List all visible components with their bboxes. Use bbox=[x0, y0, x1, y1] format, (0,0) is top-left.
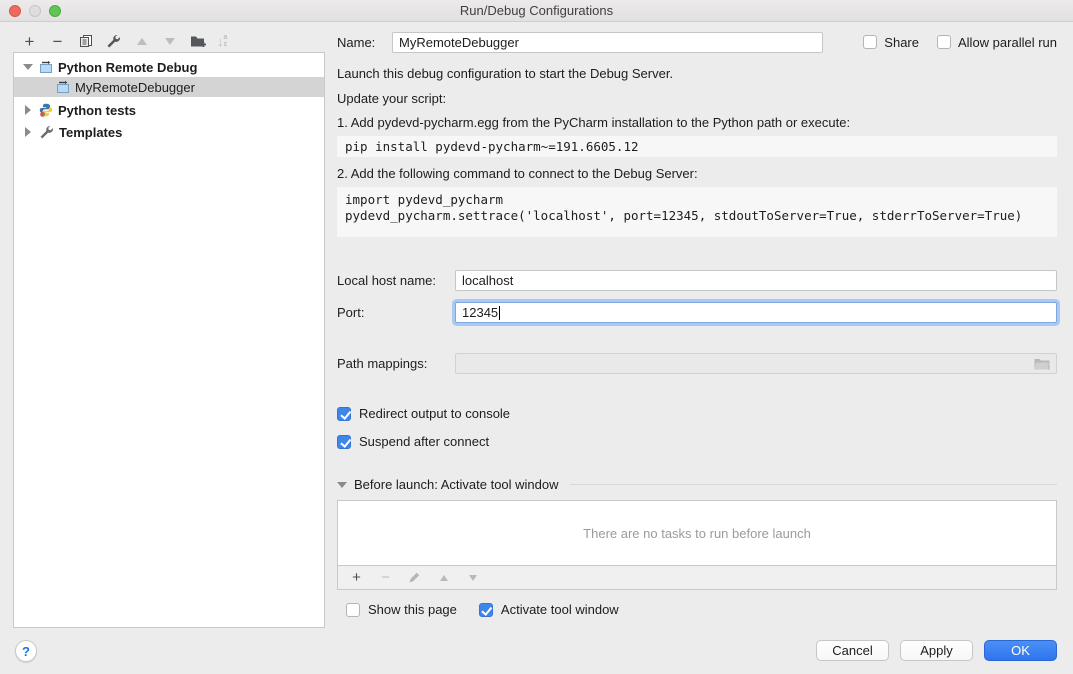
before-launch-toolbar: + − bbox=[337, 566, 1057, 590]
tree-item-python-remote-debug[interactable]: Python Remote Debug bbox=[14, 57, 324, 77]
sort-configurations-icon: ↓az bbox=[217, 34, 227, 49]
port-label: Port: bbox=[337, 305, 455, 320]
path-mappings-input[interactable] bbox=[455, 353, 1057, 374]
add-task-icon[interactable]: + bbox=[348, 569, 365, 586]
tree-item-label: Python tests bbox=[58, 103, 136, 118]
wrench-icon bbox=[39, 125, 54, 140]
run-configuration-icon bbox=[39, 60, 53, 74]
before-launch-task-list[interactable]: There are no tasks to run before launch bbox=[337, 500, 1057, 566]
chevron-right-icon[interactable] bbox=[22, 105, 34, 115]
activate-tool-window-checkbox[interactable] bbox=[479, 603, 493, 617]
allow-parallel-run-label: Allow parallel run bbox=[958, 35, 1057, 50]
edit-task-icon bbox=[406, 569, 423, 586]
show-this-page-checkbox[interactable] bbox=[346, 603, 360, 617]
instruction-line-2: Update your script: bbox=[337, 91, 1057, 106]
add-configuration-icon[interactable]: + bbox=[21, 33, 38, 50]
tree-item-label: Python Remote Debug bbox=[58, 60, 197, 75]
share-checkbox[interactable] bbox=[863, 35, 877, 49]
redirect-output-row[interactable]: Redirect output to console bbox=[337, 406, 1057, 421]
local-host-label: Local host name: bbox=[337, 273, 455, 288]
code-line-settrace: pydevd_pycharm.settrace('localhost', por… bbox=[345, 208, 1049, 224]
path-mappings-row: Path mappings: bbox=[337, 353, 1057, 374]
remove-configuration-icon[interactable]: − bbox=[49, 33, 66, 50]
name-row: Name: Share Allow parallel run bbox=[337, 31, 1057, 53]
ok-button[interactable]: OK bbox=[984, 640, 1057, 661]
pencil-icon bbox=[408, 571, 421, 584]
help-question-icon: ? bbox=[22, 644, 30, 659]
remove-task-icon: − bbox=[377, 569, 394, 586]
run-debug-configurations-dialog: Run/Debug Configurations + − ↓az Python … bbox=[0, 0, 1073, 674]
move-down-icon bbox=[161, 33, 178, 50]
port-row: Port: 12345 bbox=[337, 302, 1057, 323]
page-options-row: Show this page Activate tool window bbox=[346, 602, 1057, 617]
tree-item-myremotedebugger[interactable]: MyRemoteDebugger bbox=[14, 77, 324, 97]
python-tests-icon bbox=[39, 103, 53, 117]
name-input[interactable] bbox=[392, 32, 823, 53]
suspend-after-connect-checkbox[interactable] bbox=[337, 435, 351, 449]
wrench-icon bbox=[106, 34, 121, 49]
move-task-down-icon bbox=[464, 569, 481, 586]
copy-icon bbox=[79, 34, 93, 48]
suspend-after-connect-row[interactable]: Suspend after connect bbox=[337, 434, 1057, 449]
edit-templates-icon[interactable] bbox=[105, 33, 122, 50]
tree-item-python-tests[interactable]: Python tests bbox=[14, 100, 324, 120]
share-label: Share bbox=[884, 35, 919, 50]
titlebar: Run/Debug Configurations bbox=[0, 0, 1073, 22]
folder-plus-icon bbox=[190, 34, 206, 48]
name-label: Name: bbox=[337, 35, 392, 50]
redirect-output-label: Redirect output to console bbox=[359, 406, 510, 421]
collapse-section-icon[interactable] bbox=[337, 482, 347, 488]
section-divider bbox=[570, 484, 1057, 485]
dialog-buttons: Cancel Apply OK bbox=[816, 640, 1057, 661]
instruction-step-1: 1. Add pydevd-pycharm.egg from the PyCha… bbox=[337, 115, 1057, 130]
instruction-line-1: Launch this debug configuration to start… bbox=[337, 66, 1057, 81]
help-button[interactable]: ? bbox=[15, 640, 37, 662]
configurations-tree: Python Remote Debug MyRemoteDebugger Pyt… bbox=[13, 52, 325, 628]
text-caret bbox=[499, 306, 500, 320]
local-host-row: Local host name: bbox=[337, 270, 1057, 291]
chevron-down-icon[interactable] bbox=[22, 64, 34, 70]
allow-parallel-run-checkbox[interactable] bbox=[937, 35, 951, 49]
tree-item-templates[interactable]: Templates bbox=[14, 122, 324, 142]
new-folder-icon[interactable] bbox=[189, 33, 206, 50]
tree-item-label: MyRemoteDebugger bbox=[75, 80, 195, 95]
window-title: Run/Debug Configurations bbox=[0, 3, 1073, 18]
before-launch-title: Before launch: Activate tool window bbox=[354, 477, 559, 492]
share-checkbox-group[interactable]: Share bbox=[863, 35, 919, 50]
code-line-import: import pydevd_pycharm bbox=[345, 192, 1049, 208]
port-value: 12345 bbox=[462, 305, 498, 320]
show-this-page-label: Show this page bbox=[368, 602, 457, 617]
instruction-step-2: 2. Add the following command to connect … bbox=[337, 166, 1057, 181]
configuration-editor: Name: Share Allow parallel run Launch th… bbox=[337, 31, 1057, 617]
port-input[interactable]: 12345 bbox=[455, 302, 1057, 323]
empty-tasks-text: There are no tasks to run before launch bbox=[583, 526, 811, 541]
move-task-up-icon bbox=[435, 569, 452, 586]
folder-icon[interactable] bbox=[1034, 358, 1050, 370]
apply-button[interactable]: Apply bbox=[900, 640, 973, 661]
tree-item-label: Templates bbox=[59, 125, 122, 140]
copy-configuration-icon[interactable] bbox=[77, 33, 94, 50]
before-launch-header[interactable]: Before launch: Activate tool window bbox=[337, 477, 1057, 492]
run-configuration-icon bbox=[56, 80, 70, 94]
pip-install-command: pip install pydevd-pycharm~=191.6605.12 bbox=[337, 136, 1057, 157]
path-mappings-label: Path mappings: bbox=[337, 356, 455, 371]
move-up-icon bbox=[133, 33, 150, 50]
settrace-code-block: import pydevd_pycharm pydevd_pycharm.set… bbox=[337, 187, 1057, 237]
chevron-right-icon[interactable] bbox=[22, 127, 34, 137]
cancel-button[interactable]: Cancel bbox=[816, 640, 889, 661]
local-host-input[interactable] bbox=[455, 270, 1057, 291]
configurations-toolbar: + − ↓az bbox=[21, 31, 227, 51]
activate-tool-window-label: Activate tool window bbox=[501, 602, 619, 617]
redirect-output-checkbox[interactable] bbox=[337, 407, 351, 421]
allow-parallel-run-checkbox-group[interactable]: Allow parallel run bbox=[937, 35, 1057, 50]
suspend-after-connect-label: Suspend after connect bbox=[359, 434, 489, 449]
